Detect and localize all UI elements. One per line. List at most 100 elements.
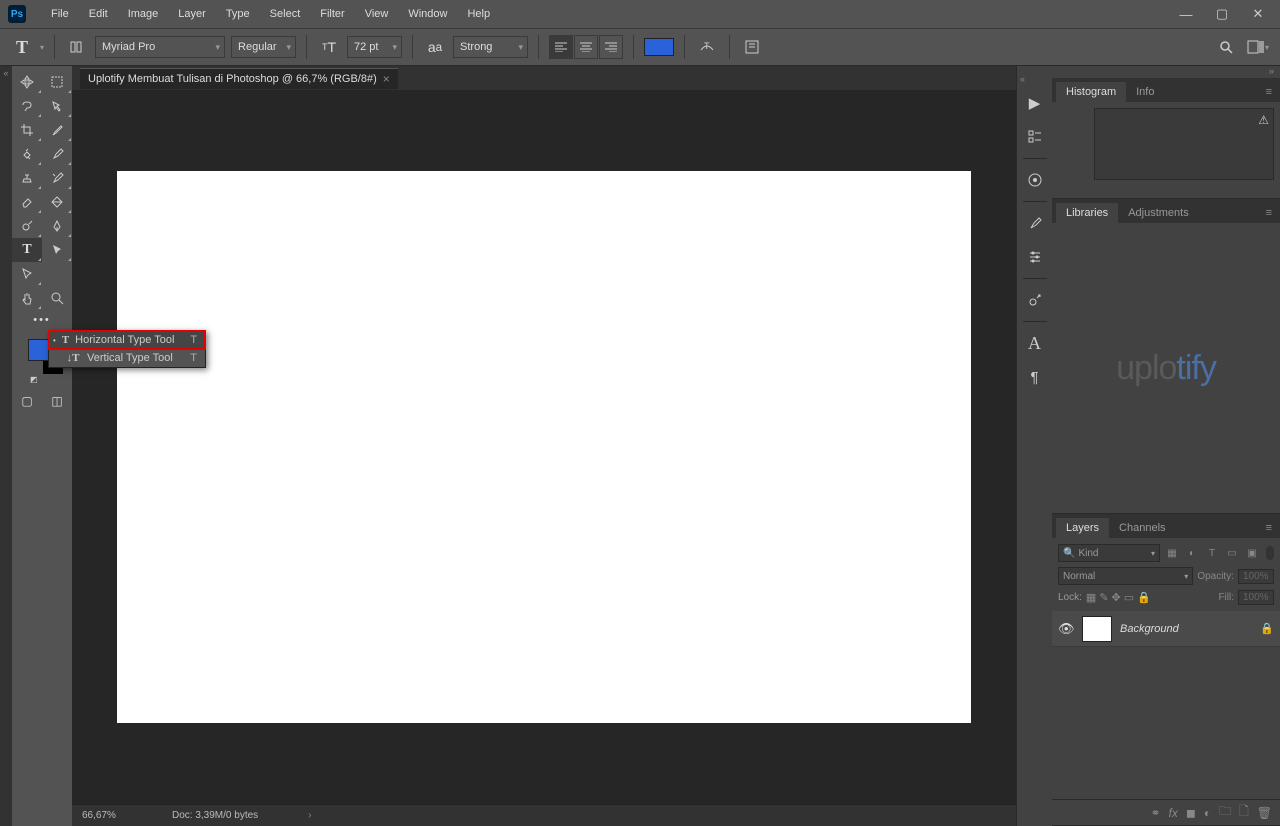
doc-info[interactable]: Doc: 3,39M/0 bytes: [172, 810, 258, 821]
opacity-value[interactable]: 100%: [1238, 569, 1274, 584]
delete-layer-icon[interactable]: 🗑: [1257, 806, 1272, 820]
layer-thumbnail[interactable]: [1082, 616, 1112, 642]
lock-position-icon[interactable]: ✥: [1112, 591, 1121, 604]
panel-menu-icon[interactable]: ≡: [1258, 518, 1280, 538]
orientation-toggle-icon[interactable]: [65, 35, 89, 59]
menu-layer[interactable]: Layer: [168, 3, 216, 25]
brush-tool[interactable]: [42, 142, 72, 166]
properties-icon[interactable]: [1021, 123, 1049, 151]
type-tool[interactable]: T: [12, 238, 42, 262]
maximize-button[interactable]: ▢: [1208, 4, 1236, 24]
font-size-select[interactable]: 72 pt: [347, 36, 402, 58]
libraries-tab[interactable]: Libraries: [1056, 203, 1118, 223]
layer-mask-icon[interactable]: ◼: [1186, 806, 1196, 820]
link-layers-icon[interactable]: ⚭: [1150, 806, 1160, 820]
quickmask-mode-icon[interactable]: ◫: [42, 390, 72, 412]
character-icon[interactable]: A: [1021, 329, 1049, 357]
menu-select[interactable]: Select: [260, 3, 311, 25]
quick-select-tool[interactable]: [42, 94, 72, 118]
filter-shape-icon[interactable]: ▭: [1224, 545, 1240, 561]
layer-lock-icon[interactable]: 🔒: [1260, 622, 1274, 635]
info-tab[interactable]: Info: [1126, 82, 1164, 102]
visibility-toggle-icon[interactable]: 👁: [1058, 621, 1074, 637]
align-center-button[interactable]: [574, 35, 598, 59]
marquee-tool[interactable]: [42, 70, 72, 94]
default-colors-icon[interactable]: ◩: [30, 375, 38, 384]
clone-stamp-tool[interactable]: [12, 166, 42, 190]
lock-all-icon[interactable]: 🔒: [1137, 591, 1151, 604]
layers-tab[interactable]: Layers: [1056, 518, 1109, 538]
filter-smart-icon[interactable]: ▣: [1244, 545, 1260, 561]
blend-mode-select[interactable]: Normal▾: [1058, 567, 1193, 585]
menu-filter[interactable]: Filter: [310, 3, 354, 25]
align-left-button[interactable]: [549, 35, 573, 59]
fill-value[interactable]: 100%: [1238, 590, 1274, 605]
lock-artboard-icon[interactable]: ▭: [1124, 591, 1134, 604]
close-button[interactable]: ✕: [1244, 4, 1272, 24]
eyedropper-tool[interactable]: [42, 118, 72, 142]
warning-icon[interactable]: ⚠: [1258, 113, 1269, 127]
canvas-area[interactable]: [72, 90, 1016, 804]
font-style-select[interactable]: Regular: [231, 36, 296, 58]
crop-tool[interactable]: [12, 118, 42, 142]
left-collapse-arrow[interactable]: «: [0, 66, 12, 826]
clone-source-icon[interactable]: [1021, 286, 1049, 314]
brushes-icon[interactable]: [1021, 209, 1049, 237]
gradient-tool[interactable]: [42, 190, 72, 214]
lock-transparency-icon[interactable]: ▦: [1086, 591, 1096, 604]
direct-select-tool[interactable]: [12, 262, 42, 286]
brush-settings-icon[interactable]: [1021, 243, 1049, 271]
layer-item-background[interactable]: 👁 Background 🔒: [1052, 611, 1280, 647]
new-layer-icon[interactable]: 🗋: [1239, 802, 1249, 823]
anti-alias-select[interactable]: Strong: [453, 36, 528, 58]
menu-edit[interactable]: Edit: [79, 3, 118, 25]
paragraph-icon[interactable]: ¶: [1021, 363, 1049, 391]
panel-menu-icon[interactable]: ≡: [1258, 203, 1280, 223]
workspace-switcher-icon[interactable]: ▾: [1246, 35, 1270, 59]
search-icon[interactable]: [1214, 35, 1238, 59]
status-caret-icon[interactable]: ›: [308, 810, 311, 821]
color-wheel-icon[interactable]: [1021, 166, 1049, 194]
filter-toggle[interactable]: [1266, 546, 1274, 560]
new-group-icon[interactable]: 🗀: [1219, 802, 1231, 823]
text-color-swatch[interactable]: [644, 38, 674, 56]
filter-type-icon[interactable]: T: [1204, 545, 1220, 561]
panel-menu-icon[interactable]: ≡: [1258, 82, 1280, 102]
adjustments-tab[interactable]: Adjustments: [1118, 203, 1199, 223]
canvas[interactable]: [117, 171, 971, 723]
zoom-level[interactable]: 66,67%: [82, 810, 142, 821]
foreground-color[interactable]: [28, 339, 50, 361]
menu-image[interactable]: Image: [118, 3, 169, 25]
layer-name[interactable]: Background: [1120, 623, 1252, 635]
close-tab-icon[interactable]: ×: [383, 72, 390, 86]
align-right-button[interactable]: [599, 35, 623, 59]
lock-pixels-icon[interactable]: ✎: [1099, 591, 1108, 604]
strip-collapse-arrow[interactable]: «: [1017, 74, 1025, 86]
menu-view[interactable]: View: [355, 3, 399, 25]
filter-adjustment-icon[interactable]: ◐: [1184, 545, 1200, 561]
document-tab[interactable]: Uplotify Membuat Tulisan di Photoshop @ …: [80, 68, 398, 89]
layer-filter-kind[interactable]: 🔍 Kind ▾: [1058, 544, 1160, 562]
lasso-tool[interactable]: [12, 94, 42, 118]
font-family-select[interactable]: Myriad Pro: [95, 36, 225, 58]
warp-text-icon[interactable]: T: [695, 35, 719, 59]
eraser-tool[interactable]: [12, 190, 42, 214]
zoom-tool[interactable]: [42, 286, 72, 310]
filter-image-icon[interactable]: ▦: [1164, 545, 1180, 561]
tool-preset-icon[interactable]: T: [10, 35, 34, 59]
hand-tool[interactable]: [12, 286, 42, 310]
histogram-tab[interactable]: Histogram: [1056, 82, 1126, 102]
menu-help[interactable]: Help: [457, 3, 500, 25]
edit-toolbar-button[interactable]: •••: [12, 310, 72, 330]
standard-mode-icon[interactable]: ▢: [12, 390, 42, 412]
path-select-tool[interactable]: [42, 238, 72, 262]
dodge-tool[interactable]: [12, 214, 42, 238]
layer-fx-icon[interactable]: fx: [1169, 806, 1178, 820]
actions-play-icon[interactable]: ▶: [1021, 89, 1049, 117]
move-tool[interactable]: [12, 70, 42, 94]
menu-file[interactable]: File: [41, 3, 79, 25]
history-brush-tool[interactable]: [42, 166, 72, 190]
panels-collapse-arrow[interactable]: »: [1052, 66, 1280, 78]
minimize-button[interactable]: —: [1172, 4, 1200, 24]
pen-tool[interactable]: [42, 214, 72, 238]
